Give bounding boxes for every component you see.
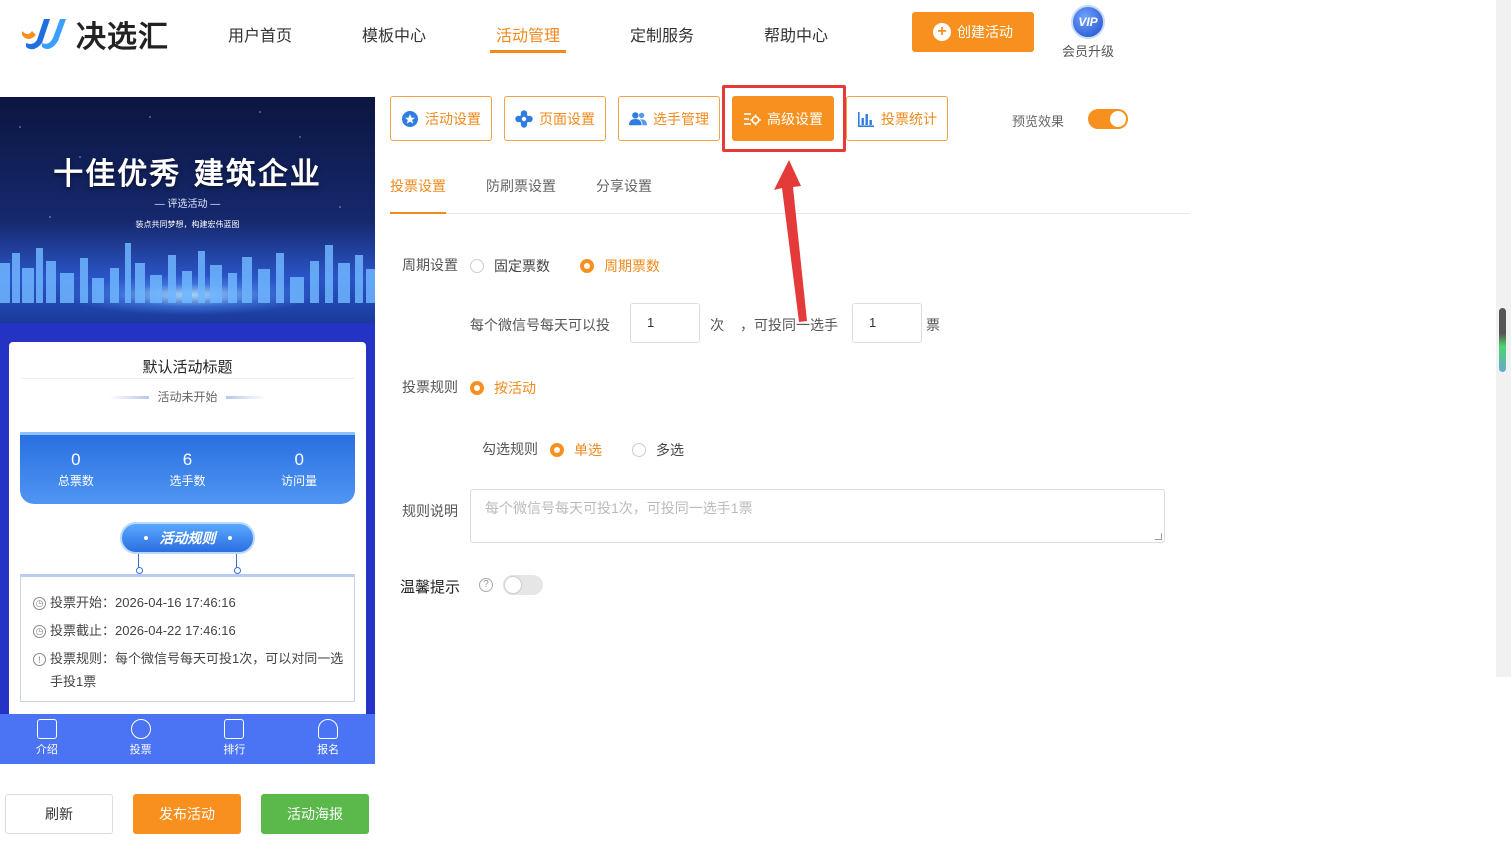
- radio-multi-select[interactable]: 多选: [632, 440, 684, 460]
- page-scrollbar[interactable]: [1496, 0, 1511, 677]
- vote-icon: [130, 719, 151, 739]
- bar-chart-icon: [857, 110, 875, 128]
- rule-end-time: ◷ 投票截止：2026-04-22 17:46:16: [33, 623, 236, 642]
- activity-card: 默认活动标题 活动未开始 0 总票数 6 选手数 0 访问量 活动规则 ◷ 投票…: [9, 342, 366, 764]
- same-contestant-label: ，可投同一选手: [740, 317, 838, 333]
- warm-tip-toggle[interactable]: [503, 575, 543, 595]
- radio-periodic-votes[interactable]: 周期票数: [580, 256, 660, 276]
- top-navbar: 决选汇 用户首页 模板中心 活动管理 定制服务 帮助中心 + 创建活动 VIP …: [0, 0, 1500, 66]
- activity-settings-button[interactable]: 活动设置: [390, 96, 492, 141]
- same-contestant-unit: 票: [926, 317, 940, 333]
- nav-custom-service[interactable]: 定制服务: [630, 22, 694, 46]
- banner-image: 十佳优秀 建筑企业 — 评选活动 — 装点共同梦想，构建宏伟蓝图: [0, 97, 375, 323]
- radio-fixed-votes[interactable]: 固定票数: [470, 256, 550, 276]
- period-settings-label: 周期设置: [402, 257, 458, 273]
- refresh-button[interactable]: 刷新: [5, 794, 113, 834]
- vip-upgrade[interactable]: VIP 会员升级: [1058, 5, 1118, 60]
- daily-votes-label: 每个微信号每天可以投: [470, 317, 610, 333]
- rule-description-textarea[interactable]: 每个微信号每天可投1次，可投同一选手1票: [470, 489, 1165, 543]
- vip-badge-icon: VIP: [1071, 5, 1105, 39]
- nav-home[interactable]: 用户首页: [228, 22, 292, 46]
- publish-activity-button[interactable]: 发布活动: [133, 794, 241, 834]
- rules-box: ◷ 投票开始：2026-04-16 17:46:16 ◷ 投票截止：2026-0…: [20, 574, 355, 702]
- select-rule-label: 勾选规则: [482, 441, 538, 457]
- nav-templates[interactable]: 模板中心: [362, 22, 426, 46]
- tab-vote-settings[interactable]: 投票设置: [390, 176, 446, 196]
- plus-icon: +: [933, 23, 951, 41]
- highlight-box: [722, 85, 846, 152]
- preview-effect-toggle[interactable]: [1088, 109, 1128, 129]
- question-icon[interactable]: ?: [479, 578, 493, 592]
- logo-mark-icon: [20, 13, 72, 55]
- stats-panel: 0 总票数 6 选手数 0 访问量: [20, 432, 355, 504]
- logo-text: 决选汇: [76, 21, 169, 54]
- radio-single-select[interactable]: 单选: [550, 440, 602, 460]
- info-icon: !: [33, 653, 46, 666]
- subtab-active-indicator: [390, 212, 446, 214]
- stat-visits: 0 访问量: [281, 450, 318, 489]
- phone-tab-vote[interactable]: 投票: [94, 714, 188, 764]
- gear-flower-icon: [515, 109, 533, 128]
- banner-subtitle: — 评选活动 —: [154, 199, 221, 210]
- banner-title: 十佳优秀 建筑企业: [53, 157, 322, 192]
- chart-icon: [224, 719, 245, 739]
- activity-poster-button[interactable]: 活动海报: [261, 794, 369, 834]
- rule-vote-rule: ! 投票规则：每个微信号每天可投1次，可以对同一选手投1票: [33, 651, 345, 693]
- same-contestant-input[interactable]: 1: [852, 303, 922, 343]
- activity-status: 活动未开始: [9, 388, 366, 405]
- stat-total-votes: 0 总票数: [57, 450, 94, 489]
- tab-share-settings[interactable]: 分享设置: [596, 176, 652, 196]
- rule-description-placeholder: 每个微信号每天可投1次，可投同一选手1票: [485, 500, 753, 516]
- rule-start-time: ◷ 投票开始：2026-04-16 17:46:16: [33, 595, 236, 614]
- create-activity-label: 创建活动: [957, 24, 1013, 40]
- phone-tab-intro[interactable]: 介绍: [0, 714, 94, 764]
- stat-contestants: 6 选手数: [169, 450, 206, 489]
- create-activity-button[interactable]: + 创建活动: [912, 12, 1034, 52]
- nav-activity-management[interactable]: 活动管理: [496, 22, 560, 46]
- document-icon: [36, 719, 57, 739]
- vote-rule-label: 投票规则: [402, 379, 458, 395]
- preview-actions: 刷新 发布活动 活动海报: [5, 794, 369, 834]
- scrollbar-thumb[interactable]: [1499, 308, 1506, 372]
- clock-icon: ◷: [33, 597, 46, 610]
- activity-rules-pill[interactable]: 活动规则: [120, 522, 255, 554]
- nav-active-indicator: [490, 50, 566, 53]
- banner-slogan: 装点共同梦想，构建宏伟蓝图: [135, 220, 240, 229]
- phone-bottom-tabs: 介绍 投票 排行 报名: [0, 714, 375, 764]
- phone-tab-ranking[interactable]: 排行: [188, 714, 282, 764]
- tab-anti-fraud-settings[interactable]: 防刷票设置: [486, 176, 556, 196]
- preview-effect-label: 预览效果: [1012, 114, 1065, 129]
- user-icon: [318, 719, 339, 739]
- daily-votes-unit: 次: [710, 317, 724, 333]
- vote-statistics-button[interactable]: 投票统计: [846, 96, 948, 141]
- city-skyline: [0, 243, 375, 303]
- warm-tip-label: 温馨提示: [400, 579, 461, 596]
- star-badge-icon: [401, 110, 419, 128]
- users-icon: [629, 110, 647, 128]
- phone-preview: 十佳优秀 建筑企业 — 评选活动 — 装点共同梦想，构建宏伟蓝图 默认活动标题 …: [0, 97, 375, 764]
- rule-description-label: 规则说明: [402, 503, 458, 519]
- phone-tab-signup[interactable]: 报名: [281, 714, 375, 764]
- clock-icon: ◷: [33, 625, 46, 638]
- page-settings-button[interactable]: 页面设置: [504, 96, 606, 141]
- nav-help-center[interactable]: 帮助中心: [764, 22, 828, 46]
- radio-by-activity[interactable]: 按活动: [470, 378, 536, 398]
- logo[interactable]: 决选汇: [20, 12, 169, 56]
- contestant-management-button[interactable]: 选手管理: [618, 96, 720, 141]
- vip-label: 会员升级: [1061, 44, 1114, 59]
- activity-title: 默认活动标题: [142, 359, 233, 376]
- daily-votes-input[interactable]: 1: [630, 303, 700, 343]
